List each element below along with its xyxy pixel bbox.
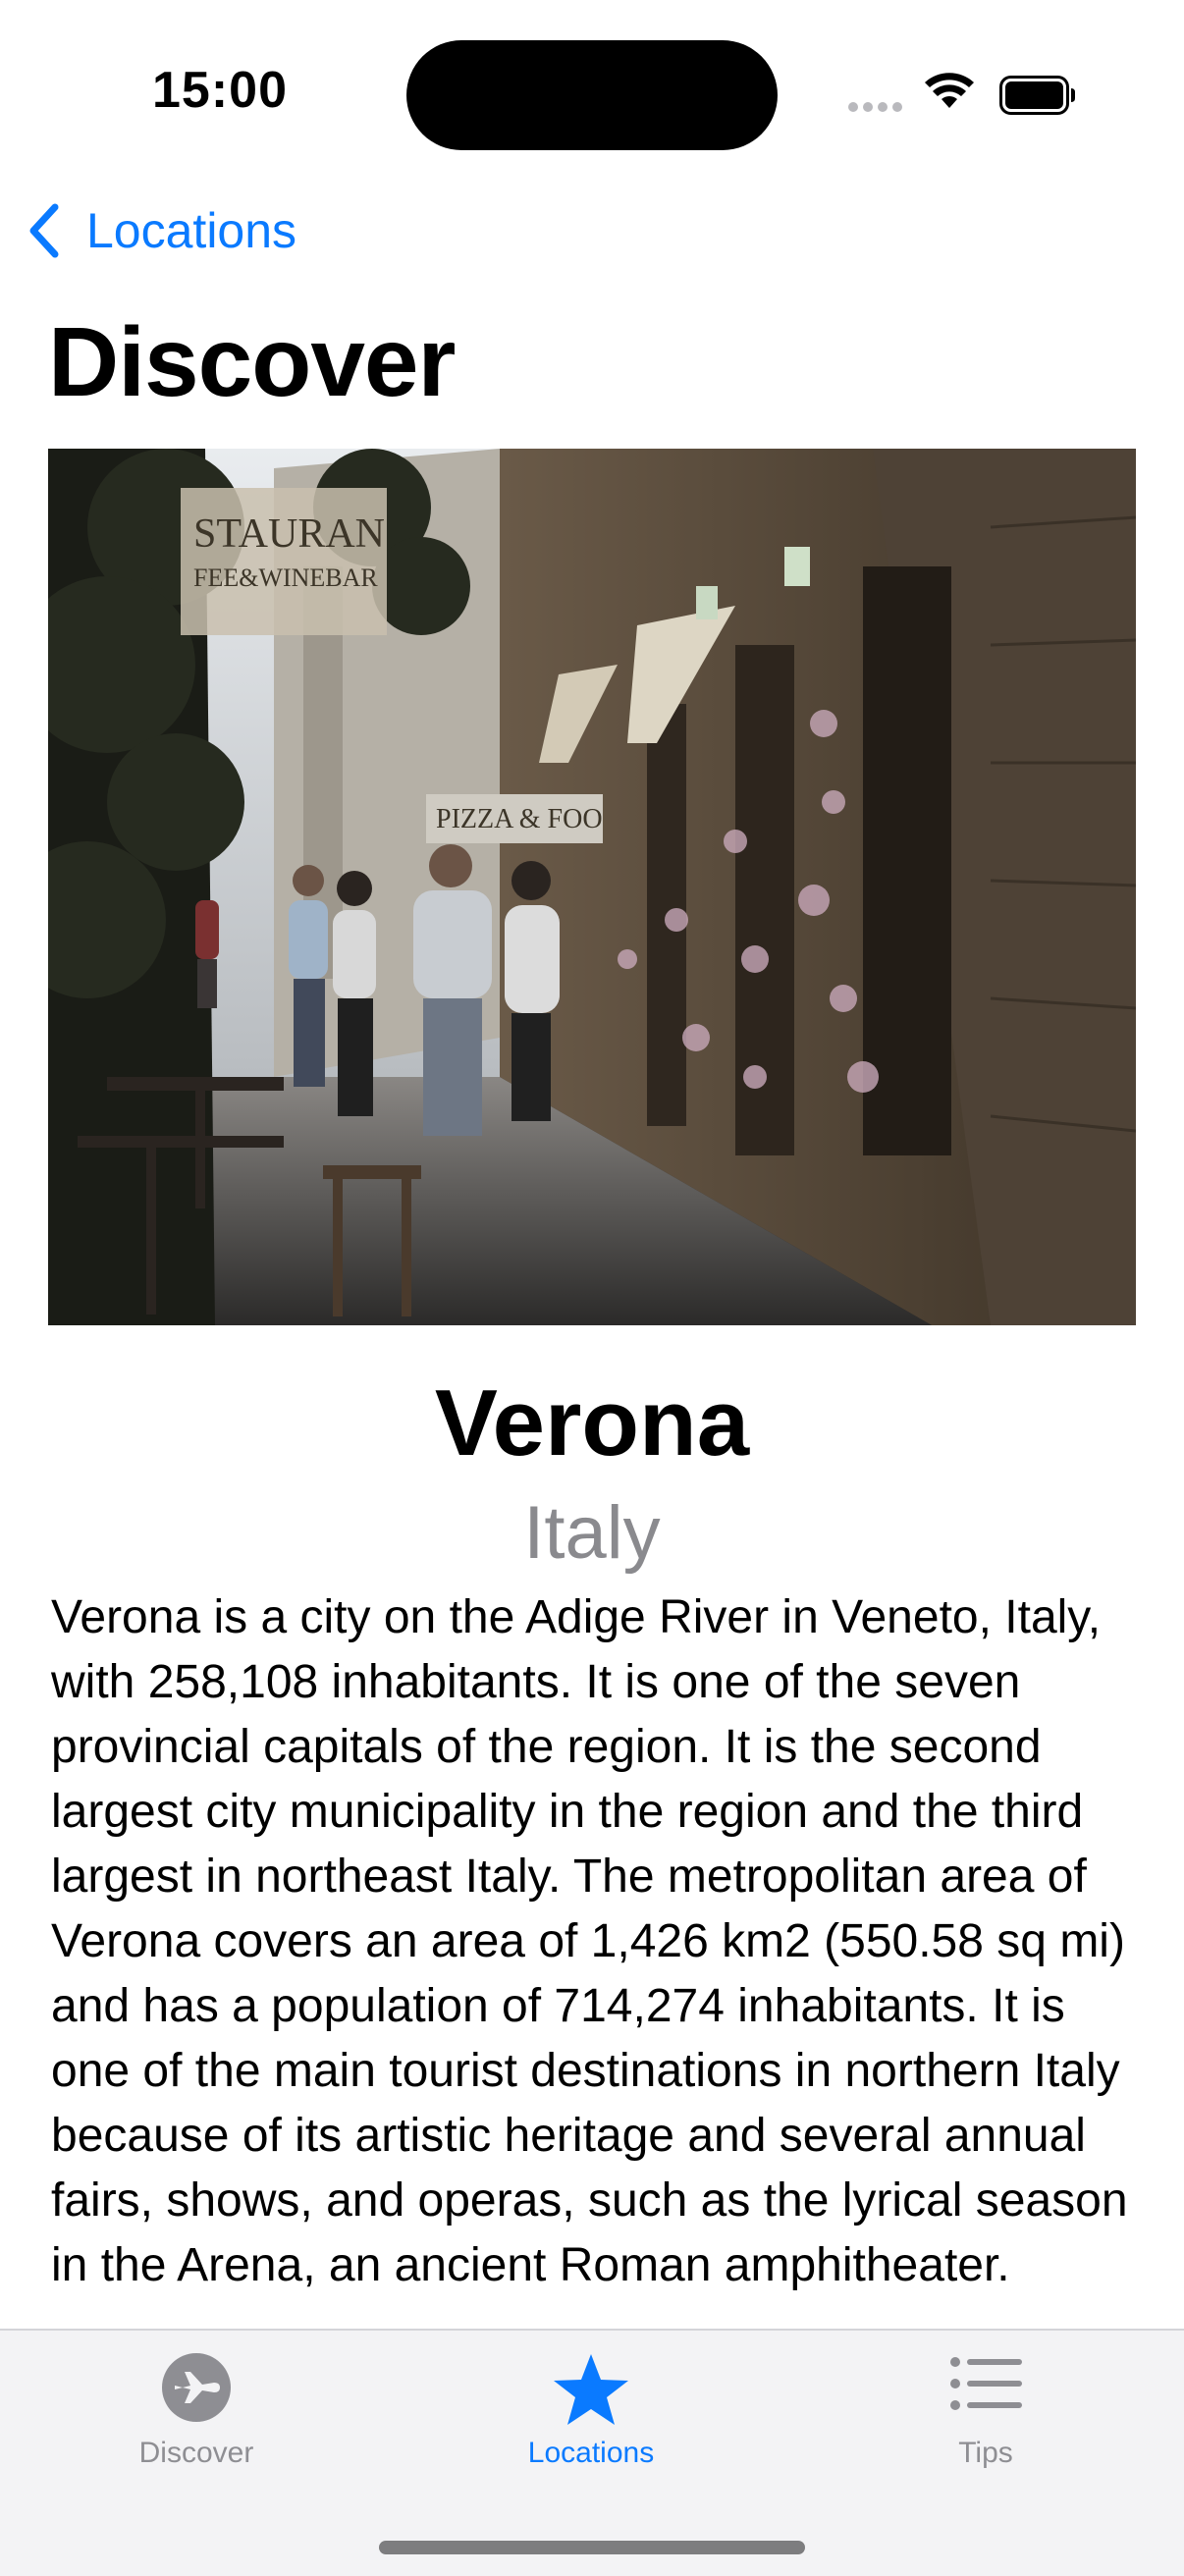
cellular-signal-icon (848, 99, 907, 117)
tab-tips-label: Tips (958, 2437, 1013, 2469)
street-scene-image: STAURAN FEE&WINEBAR PIZZA & FOO (48, 449, 1136, 1325)
location-photo: STAURAN FEE&WINEBAR PIZZA & FOO (48, 449, 1136, 1325)
restaurant-sign-sub: FEE&WINEBAR (193, 564, 378, 592)
back-button[interactable]: Locations (26, 196, 296, 265)
star-icon (554, 2354, 628, 2425)
tab-discover[interactable]: Discover (49, 2331, 344, 2497)
back-button-label: Locations (86, 203, 297, 258)
city-name: Verona (434, 1370, 750, 1476)
dynamic-island (406, 40, 778, 150)
tab-tips[interactable]: Tips (838, 2331, 1133, 2497)
airplane-circle-icon (162, 2353, 231, 2422)
tab-discover-label: Discover (138, 2437, 254, 2469)
battery-icon (999, 76, 1075, 115)
restaurant-sign-text: STAURAN (193, 511, 385, 557)
tab-locations[interactable]: Locations (444, 2331, 738, 2497)
page-title: Discover (48, 307, 456, 417)
home-indicator[interactable] (379, 2541, 805, 2554)
list-icon (950, 2357, 1022, 2410)
pizza-sign-text: PIZZA & FOO (436, 804, 603, 834)
tab-locations-label: Locations (527, 2437, 655, 2469)
tab-bar: Discover Locations Tips (0, 2329, 1184, 2576)
country-name: Italy (523, 1491, 661, 1575)
location-description: Verona is a city on the Adige River in V… (51, 1591, 1128, 2291)
status-time: 15:00 (152, 62, 288, 119)
status-bar: 15:00 (0, 0, 1184, 187)
wifi-icon (925, 73, 974, 108)
chevron-left-icon (29, 203, 59, 258)
